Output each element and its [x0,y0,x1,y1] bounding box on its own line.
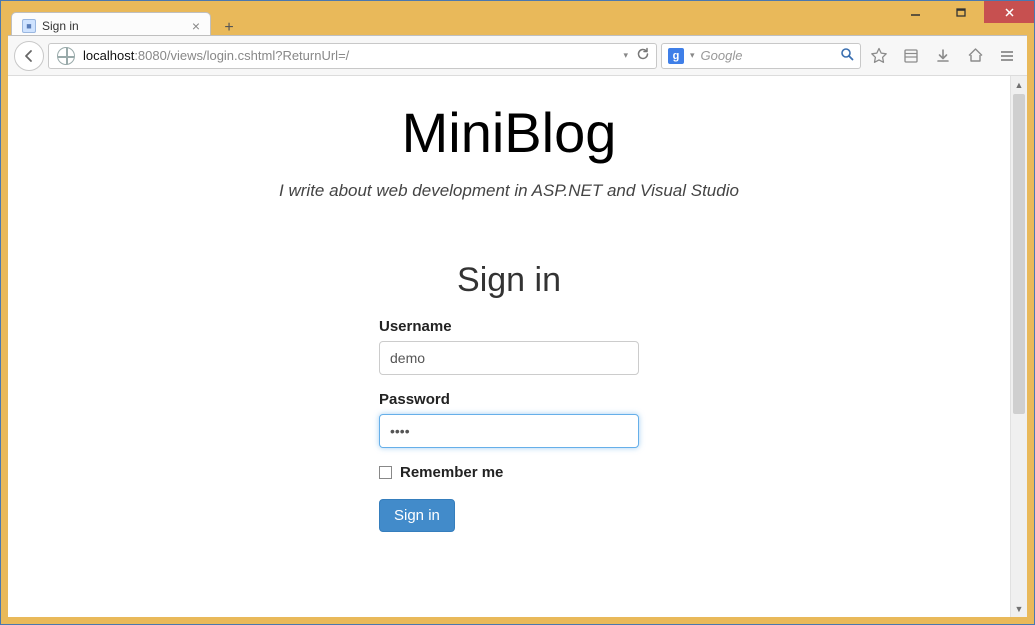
search-submit-icon[interactable] [840,47,854,64]
vertical-scrollbar[interactable]: ▲ ▼ [1010,76,1027,617]
globe-icon [57,47,75,65]
browser-toolbar: localhost:8080/views/login.cshtml?Return… [8,36,1027,76]
page-content: MiniBlog I write about web development i… [8,76,1010,617]
site-title: MiniBlog [28,100,990,165]
remember-row[interactable]: Remember me [379,464,639,481]
window-minimize-button[interactable] [892,1,938,23]
scroll-down-button[interactable]: ▼ [1011,600,1027,617]
search-bar[interactable]: g ▾ Google [661,43,861,69]
username-label: Username [379,318,639,335]
browser-window: ■ Sign in × + localhost:8080/views/login… [0,0,1035,625]
url-path: :8080/views/login.cshtml?ReturnUrl=/ [134,48,349,63]
search-engine-dropdown-icon[interactable]: ▾ [690,50,695,61]
username-input[interactable] [379,341,639,375]
site-header: MiniBlog I write about web development i… [8,76,1010,201]
library-icon[interactable] [897,42,925,70]
home-icon[interactable] [961,42,989,70]
login-form: Sign in Username Password Remember me Si… [379,261,639,532]
bookmark-star-icon[interactable] [865,42,893,70]
password-input[interactable] [379,414,639,448]
url-dropdown-icon[interactable]: ▾ [623,50,628,61]
scroll-thumb[interactable] [1013,94,1025,414]
url-bar[interactable]: localhost:8080/views/login.cshtml?Return… [48,43,657,69]
remember-label: Remember me [400,464,503,481]
menu-icon[interactable] [993,42,1021,70]
page-favicon: ■ [22,19,36,33]
login-heading: Sign in [379,261,639,300]
url-text: localhost:8080/views/login.cshtml?Return… [83,48,619,63]
username-group: Username [379,318,639,375]
nav-back-button[interactable] [14,41,44,71]
reload-button[interactable] [636,47,650,64]
password-group: Password [379,391,639,448]
scroll-up-button[interactable]: ▲ [1011,76,1027,93]
tab-close-button[interactable]: × [190,19,202,33]
url-host: localhost [83,48,134,63]
window-close-button[interactable] [984,1,1034,23]
tab-title: Sign in [42,19,184,33]
downloads-icon[interactable] [929,42,957,70]
site-tagline: I write about web development in ASP.NET… [28,181,990,201]
window-maximize-button[interactable] [938,1,984,23]
signin-button[interactable]: Sign in [379,499,455,532]
remember-checkbox[interactable] [379,466,392,479]
search-engine-icon[interactable]: g [668,48,684,64]
url-actions: ▾ [623,47,650,64]
window-controls [892,1,1034,23]
viewport: MiniBlog I write about web development i… [8,76,1027,617]
search-placeholder: Google [701,48,834,63]
password-label: Password [379,391,639,408]
browser-chrome: localhost:8080/views/login.cshtml?Return… [8,35,1027,617]
